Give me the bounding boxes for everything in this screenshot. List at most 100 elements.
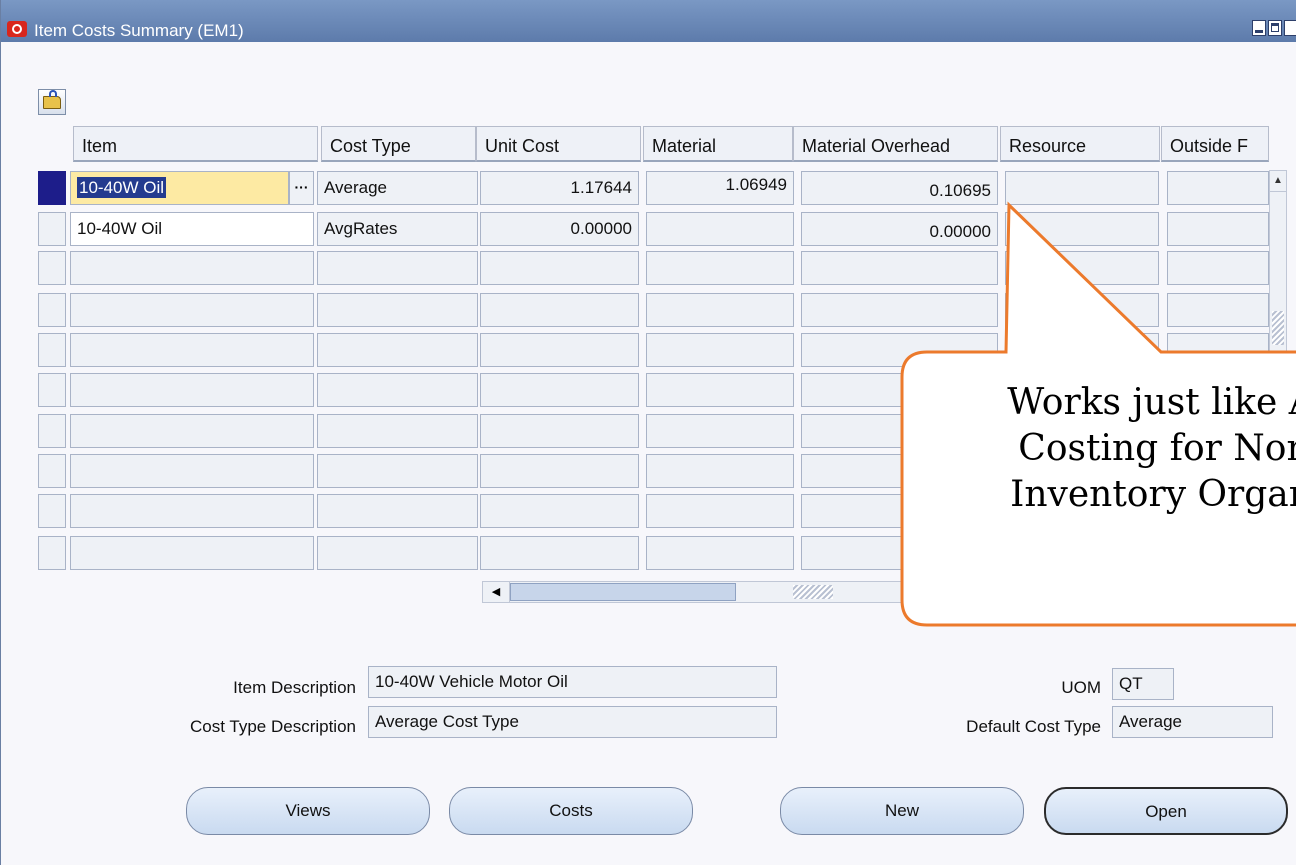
material-overhead-field[interactable] [801,536,998,570]
material-overhead-field[interactable] [801,293,998,327]
unit-cost-field[interactable] [480,414,639,448]
uom-field[interactable]: QT [1112,668,1174,700]
close-icon[interactable] [1284,20,1296,36]
row-selector[interactable] [38,333,66,367]
maximize-icon[interactable] [1268,20,1282,36]
column-header-unit-cost[interactable]: Unit Cost [476,126,641,162]
material-field[interactable]: 1.06949 [646,171,794,205]
material-field[interactable] [646,454,794,488]
cost-type-field[interactable]: Average [317,171,478,205]
item-field[interactable] [70,494,314,528]
outside-processing-field[interactable] [1167,333,1269,367]
minimize-icon[interactable] [1252,20,1266,36]
material-field[interactable] [646,494,794,528]
scroll-grip[interactable] [1272,311,1284,345]
vertical-scrollbar[interactable]: ▲ [1269,170,1287,580]
row-selector[interactable] [38,414,66,448]
item-field[interactable] [70,536,314,570]
row-selector[interactable] [38,494,66,528]
resource-field[interactable] [1005,293,1159,327]
cost-type-description-label: Cost Type Description [190,717,356,736]
row-selector[interactable] [38,212,66,246]
row-selector[interactable] [38,536,66,570]
outside-processing-field[interactable] [1167,536,1269,570]
open-folder-button[interactable] [38,89,66,115]
horizontal-scrollbar[interactable]: ◀ [482,581,902,603]
cost-type-field[interactable] [317,251,478,285]
resource-field[interactable] [1005,212,1159,246]
cost-type-field[interactable]: AvgRates [317,212,478,246]
cost-type-field[interactable] [317,414,478,448]
outside-processing-field[interactable] [1167,171,1269,205]
item-field[interactable] [70,414,314,448]
resource-field[interactable] [1005,333,1159,367]
resource-field[interactable] [1005,536,1159,570]
outside-processing-field[interactable] [1167,293,1269,327]
unit-cost-field[interactable] [480,494,639,528]
material-overhead-field[interactable] [801,251,998,285]
list-of-values-button[interactable]: ··· [289,171,314,205]
unit-cost-field[interactable] [480,333,639,367]
column-header-resource[interactable]: Resource [1000,126,1160,162]
uom-label: UOM [1061,678,1101,697]
scroll-thumb[interactable] [510,583,736,601]
views-button[interactable]: Views [186,787,430,835]
material-field[interactable] [646,333,794,367]
item-description-field[interactable]: 10-40W Vehicle Motor Oil [368,666,777,698]
resource-field[interactable] [1005,171,1159,205]
unit-cost-field[interactable] [480,536,639,570]
unit-cost-field[interactable] [480,454,639,488]
unit-cost-field[interactable] [480,251,639,285]
scroll-left-icon[interactable]: ◀ [483,582,510,602]
scroll-up-icon[interactable]: ▲ [1270,171,1286,192]
new-button[interactable]: New [780,787,1024,835]
open-folder-icon [43,90,61,109]
material-field[interactable] [646,293,794,327]
callout-line: Inventory Organ [1010,474,1296,515]
row-selector[interactable] [38,251,66,285]
costs-button[interactable]: Costs [449,787,693,835]
item-field[interactable] [70,293,314,327]
row-selector[interactable] [38,171,66,205]
unit-cost-field[interactable]: 1.17644 [480,171,639,205]
outside-processing-field[interactable] [1167,212,1269,246]
material-field[interactable] [646,414,794,448]
material-overhead-field[interactable] [801,333,998,367]
cost-type-field[interactable] [317,373,478,407]
material-overhead-field[interactable]: 0.00000 [801,212,998,246]
unit-cost-field[interactable]: 0.00000 [480,212,639,246]
material-field[interactable] [646,251,794,285]
cost-type-field[interactable] [317,293,478,327]
default-cost-type-field[interactable]: Average [1112,706,1273,738]
item-field[interactable]: 10-40W Oil [70,212,314,246]
item-field[interactable] [70,454,314,488]
cost-type-description-field[interactable]: Average Cost Type [368,706,777,738]
row-selector[interactable] [38,373,66,407]
unit-cost-field[interactable] [480,373,639,407]
item-field[interactable]: 10-40W Oil [70,171,289,205]
item-field[interactable] [70,333,314,367]
resource-field[interactable] [1005,251,1159,285]
item-field[interactable] [70,251,314,285]
unit-cost-field[interactable] [480,293,639,327]
cost-type-field[interactable] [317,536,478,570]
cost-type-field[interactable] [317,494,478,528]
default-cost-type-label: Default Cost Type [966,717,1101,736]
cost-type-field[interactable] [317,454,478,488]
material-field[interactable] [646,373,794,407]
column-header-cost-type[interactable]: Cost Type [321,126,476,162]
material-field[interactable] [646,212,794,246]
material-field[interactable] [646,536,794,570]
column-header-outside-processing[interactable]: Outside F [1161,126,1269,162]
open-button[interactable]: Open [1044,787,1288,835]
column-header-item[interactable]: Item [73,126,318,162]
column-header-material[interactable]: Material [643,126,793,162]
item-field[interactable] [70,373,314,407]
row-selector[interactable] [38,454,66,488]
column-header-material-overhead[interactable]: Material Overhead [793,126,998,162]
row-selector[interactable] [38,293,66,327]
material-overhead-field[interactable]: 0.10695 [801,171,998,205]
callout-line: Works just like A [1007,382,1296,423]
cost-type-field[interactable] [317,333,478,367]
outside-processing-field[interactable] [1167,251,1269,285]
